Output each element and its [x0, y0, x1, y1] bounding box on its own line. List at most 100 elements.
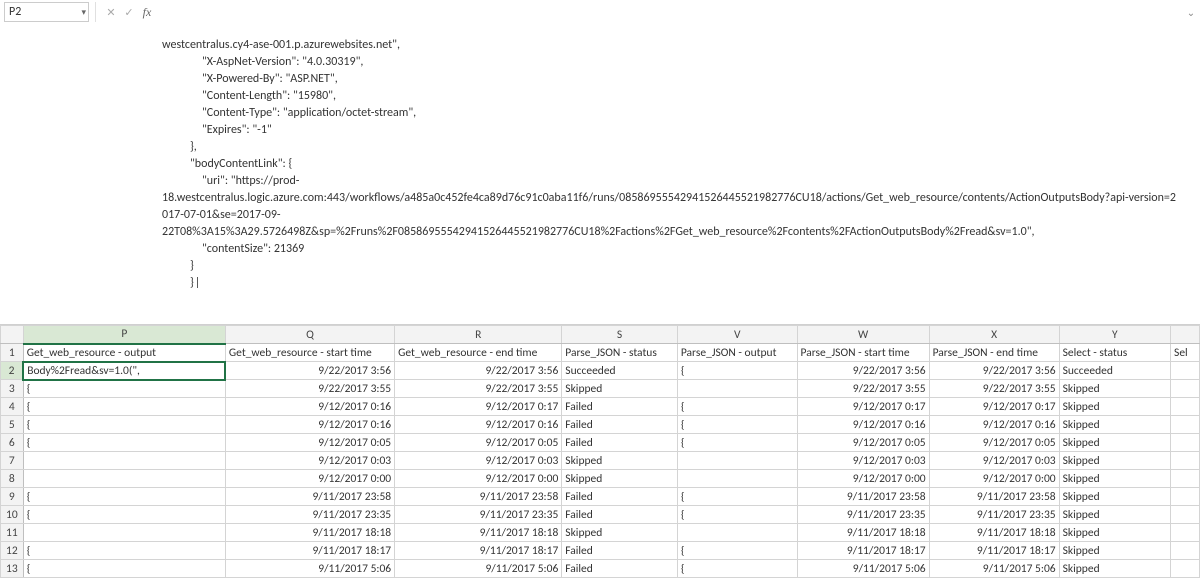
cell[interactable]: Succeeded: [562, 362, 678, 380]
cell[interactable]: {: [23, 380, 225, 398]
row-header[interactable]: 7: [1, 452, 24, 470]
column-title[interactable]: Get_web_resource - output: [23, 344, 225, 362]
cell[interactable]: 9/11/2017 23:35: [929, 506, 1059, 524]
cell[interactable]: 9/11/2017 23:58: [225, 488, 394, 506]
cell[interactable]: 9/12/2017 0:00: [395, 470, 562, 488]
cell[interactable]: {: [23, 542, 225, 560]
cell[interactable]: [1171, 416, 1200, 434]
cell[interactable]: [23, 452, 225, 470]
cell[interactable]: Skipped: [562, 524, 678, 542]
row-header[interactable]: 5: [1, 416, 24, 434]
cell[interactable]: 9/12/2017 0:16: [225, 416, 394, 434]
cell[interactable]: 9/12/2017 0:03: [395, 452, 562, 470]
cell[interactable]: [1171, 398, 1200, 416]
column-header-S[interactable]: S: [562, 326, 678, 344]
cell[interactable]: Failed: [562, 506, 678, 524]
cell[interactable]: 9/11/2017 18:18: [225, 524, 394, 542]
column-title[interactable]: Select - status: [1059, 344, 1170, 362]
column-title[interactable]: Get_web_resource - start time: [225, 344, 394, 362]
cell[interactable]: Skipped: [1059, 434, 1170, 452]
cell[interactable]: 9/12/2017 0:17: [797, 398, 929, 416]
row-header[interactable]: 1: [1, 344, 24, 362]
cell[interactable]: Failed: [562, 434, 678, 452]
row-header[interactable]: 6: [1, 434, 24, 452]
cell[interactable]: {: [23, 488, 225, 506]
cell[interactable]: [23, 524, 225, 542]
cell[interactable]: 9/22/2017 3:55: [797, 380, 929, 398]
cell[interactable]: 9/12/2017 0:05: [797, 434, 929, 452]
cell[interactable]: 9/12/2017 0:16: [395, 416, 562, 434]
cell[interactable]: 9/12/2017 0:16: [929, 416, 1059, 434]
row-header[interactable]: 10: [1, 506, 24, 524]
cell[interactable]: {: [23, 416, 225, 434]
cell[interactable]: 9/12/2017 0:05: [929, 434, 1059, 452]
column-title[interactable]: Get_web_resource - end time: [395, 344, 562, 362]
cell[interactable]: {: [677, 506, 797, 524]
formula-text[interactable]: westcentralus.cy4-ase-001.p.azurewebsite…: [156, 2, 1182, 322]
cell[interactable]: 9/22/2017 3:56: [929, 362, 1059, 380]
cancel-icon[interactable]: ✕: [102, 2, 120, 22]
cell[interactable]: {: [23, 434, 225, 452]
cell[interactable]: Failed: [562, 398, 678, 416]
cell[interactable]: Skipped: [1059, 542, 1170, 560]
cell[interactable]: [1171, 452, 1200, 470]
cell[interactable]: [1171, 380, 1200, 398]
cell[interactable]: 9/12/2017 0:03: [929, 452, 1059, 470]
row-header[interactable]: 8: [1, 470, 24, 488]
cell[interactable]: 9/22/2017 3:56: [225, 362, 394, 380]
column-header-P[interactable]: P: [23, 326, 225, 344]
cell[interactable]: 9/22/2017 3:55: [225, 380, 394, 398]
cell[interactable]: 9/11/2017 5:06: [797, 560, 929, 578]
expand-formula-bar-icon[interactable]: ⌄: [1182, 2, 1200, 19]
cell[interactable]: {: [677, 416, 797, 434]
cell[interactable]: 9/22/2017 3:55: [929, 380, 1059, 398]
cell[interactable]: [1171, 524, 1200, 542]
cell[interactable]: [1171, 560, 1200, 578]
column-header-V[interactable]: V: [677, 326, 797, 344]
cell[interactable]: [1171, 542, 1200, 560]
cell[interactable]: [1171, 470, 1200, 488]
cell[interactable]: 9/11/2017 23:35: [395, 506, 562, 524]
cell[interactable]: {: [677, 362, 797, 380]
cell[interactable]: 9/22/2017 3:56: [797, 362, 929, 380]
cell[interactable]: 9/11/2017 18:17: [929, 542, 1059, 560]
row-header[interactable]: 11: [1, 524, 24, 542]
row-header[interactable]: 3: [1, 380, 24, 398]
cell[interactable]: 9/11/2017 23:58: [395, 488, 562, 506]
cell[interactable]: 9/11/2017 23:58: [797, 488, 929, 506]
cell[interactable]: [23, 470, 225, 488]
column-title[interactable]: Sel: [1171, 344, 1200, 362]
cell[interactable]: 9/22/2017 3:55: [395, 380, 562, 398]
cell[interactable]: Skipped: [1059, 488, 1170, 506]
cell[interactable]: Skipped: [1059, 560, 1170, 578]
cell[interactable]: 9/12/2017 0:05: [225, 434, 394, 452]
cell[interactable]: Skipped: [562, 380, 678, 398]
cell[interactable]: 9/12/2017 0:03: [225, 452, 394, 470]
cell[interactable]: 9/22/2017 3:56: [395, 362, 562, 380]
cell[interactable]: 9/11/2017 5:06: [929, 560, 1059, 578]
column-title[interactable]: Parse_JSON - end time: [929, 344, 1059, 362]
cell[interactable]: Failed: [562, 560, 678, 578]
cell[interactable]: 9/11/2017 18:17: [395, 542, 562, 560]
cell[interactable]: Skipped: [1059, 470, 1170, 488]
cell[interactable]: Skipped: [1059, 416, 1170, 434]
column-header-Q[interactable]: Q: [225, 326, 394, 344]
cell[interactable]: [677, 524, 797, 542]
cell[interactable]: Skipped: [1059, 506, 1170, 524]
cell[interactable]: 9/11/2017 18:17: [797, 542, 929, 560]
cell[interactable]: Skipped: [562, 470, 678, 488]
cell[interactable]: 9/11/2017 18:17: [225, 542, 394, 560]
cell[interactable]: 9/11/2017 18:18: [395, 524, 562, 542]
cell[interactable]: [1171, 434, 1200, 452]
cell[interactable]: {: [677, 398, 797, 416]
cell[interactable]: [677, 470, 797, 488]
cell[interactable]: [677, 380, 797, 398]
cell[interactable]: {: [677, 434, 797, 452]
cell[interactable]: Skipped: [1059, 398, 1170, 416]
cell[interactable]: Body%2Fread&sv=1.0(",: [23, 362, 225, 380]
cell[interactable]: 9/12/2017 0:17: [929, 398, 1059, 416]
cell[interactable]: {: [23, 398, 225, 416]
cell[interactable]: 9/12/2017 0:17: [395, 398, 562, 416]
cell[interactable]: Failed: [562, 416, 678, 434]
cell[interactable]: {: [677, 560, 797, 578]
